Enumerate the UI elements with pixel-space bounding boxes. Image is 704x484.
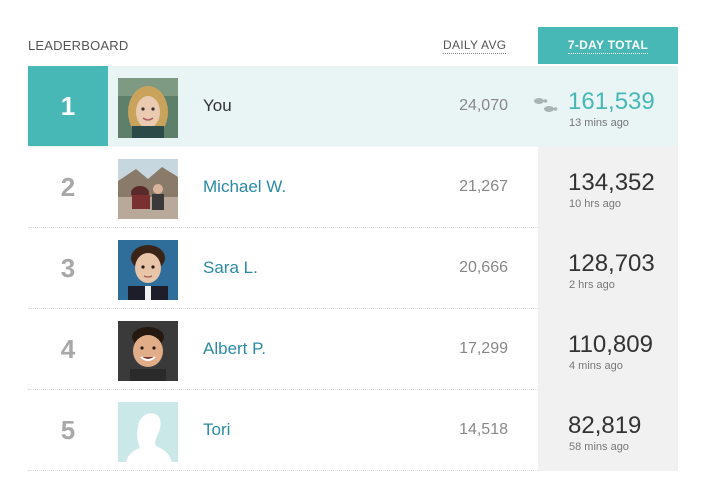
last-sync-time: 13 mins ago (569, 117, 629, 129)
leaderboard-title: LEADERBOARD (28, 38, 129, 53)
seven-day-total-cell: 110,809 4 mins ago (538, 308, 678, 390)
seven-day-total-sort[interactable]: 7-DAY TOTAL (538, 27, 678, 64)
last-sync-time: 4 mins ago (569, 360, 623, 372)
seven-day-total-cell: 161,539 13 mins ago (538, 65, 678, 147)
avatar[interactable] (118, 240, 178, 300)
seven-day-total-value: 128,703 (568, 250, 655, 277)
seven-day-total-value: 161,539 (568, 88, 655, 115)
leaderboard-row: 5 Tori 14,518 82,819 58 mins ago (28, 389, 678, 471)
default-avatar-silhouette[interactable] (118, 402, 178, 462)
leaderboard-row: 3 Sara L. 20,666 128,703 2 hrs ago (28, 227, 678, 309)
rank-number: 4 (60, 334, 76, 364)
leaderboard-header: LEADERBOARD DAILY AVG 7-DAY TOTAL (28, 27, 678, 64)
daily-avg-value: 17,299 (459, 340, 508, 357)
rank-number: 1 (28, 66, 108, 146)
rank-number: 2 (60, 172, 76, 202)
last-sync-time: 2 hrs ago (569, 279, 615, 291)
avatar (118, 78, 178, 138)
leaderboard-row-current-user: 1 You 24,070 161,539 13 mins ago (28, 66, 678, 147)
user-name: You (203, 96, 232, 115)
seven-day-total-value: 110,809 (568, 331, 653, 358)
seven-day-total-value: 134,352 (568, 169, 655, 196)
user-name-link[interactable]: Albert P. (203, 309, 266, 389)
seven-day-total-label: 7-DAY TOTAL (567, 38, 649, 54)
seven-day-total-cell: 128,703 2 hrs ago (538, 227, 678, 309)
daily-avg-value: 21,267 (459, 178, 508, 195)
daily-avg-value: 24,070 (459, 97, 508, 114)
avatar[interactable] (118, 159, 178, 219)
daily-avg-value: 14,518 (459, 421, 508, 438)
leaderboard-row: 2 Michael W. 21,267 134,352 10 hrs ago (28, 146, 678, 228)
daily-avg-value: 20,666 (459, 259, 508, 276)
last-sync-time: 58 mins ago (569, 441, 629, 453)
seven-day-total-cell: 82,819 58 mins ago (538, 389, 678, 471)
user-name-link[interactable]: Michael W. (203, 147, 286, 227)
rank-number: 3 (60, 253, 76, 283)
leaderboard-list: 1 You 24,070 161,539 13 mins ago 2 Micha… (28, 66, 678, 471)
user-name-link[interactable]: Tori (203, 390, 230, 470)
user-name-link[interactable]: Sara L. (203, 228, 258, 308)
seven-day-total-value: 82,819 (568, 412, 642, 439)
rank-number: 5 (60, 415, 76, 445)
daily-avg-sort[interactable]: DAILY AVG (443, 38, 507, 54)
last-sync-time: 10 hrs ago (569, 198, 621, 210)
leaderboard-row: 4 Albert P. 17,299 110,809 4 mins ago (28, 308, 678, 390)
avatar[interactable] (118, 321, 178, 381)
seven-day-total-cell: 134,352 10 hrs ago (538, 146, 678, 228)
